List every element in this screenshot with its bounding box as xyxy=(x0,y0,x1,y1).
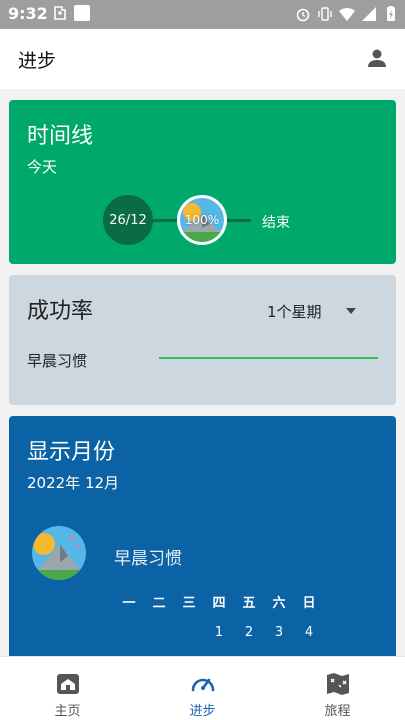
status-bar: 9:32 xyxy=(0,0,405,29)
timeline-card[interactable]: 时间线 今天 26/12 100% 结束 xyxy=(9,100,396,264)
nav-label-progress: 进步 xyxy=(189,704,216,719)
weekday-label: 二 xyxy=(152,596,166,611)
calendar-week-row: 1 2 3 4 xyxy=(114,617,324,648)
month-label: 2022年 12月 xyxy=(27,474,120,492)
timeline-progress-node: 100% xyxy=(177,195,227,245)
timeline-title: 时间线 xyxy=(27,124,94,149)
success-rate-title: 成功率 xyxy=(27,299,94,324)
habit-avatar xyxy=(32,526,86,580)
calendar-day[interactable]: 1 xyxy=(204,625,234,640)
nav-item-journey[interactable]: 旅程 xyxy=(270,657,405,720)
status-time: 9:32 xyxy=(8,4,48,23)
success-rate-card: 成功率 1个星期 早晨习惯 xyxy=(9,275,396,405)
calendar-weekday-row: 一 二 三 四 五 六 日 xyxy=(114,586,324,617)
vibrate-icon xyxy=(317,6,333,22)
weekday-label: 六 xyxy=(272,596,286,611)
home-icon xyxy=(55,671,81,697)
weekday-label: 日 xyxy=(302,596,316,611)
timeline-connector xyxy=(223,219,251,222)
nav-item-progress[interactable]: 进步 xyxy=(135,657,270,720)
timeline-progress-label: 100% xyxy=(184,213,220,227)
period-select[interactable]: 1个星期 xyxy=(267,301,322,322)
habit-label: 早晨习惯 xyxy=(27,352,88,370)
timeline-end-label: 结束 xyxy=(262,215,290,231)
nav-item-home[interactable]: 主页 xyxy=(0,657,135,720)
calendar-day[interactable]: 4 xyxy=(294,625,324,640)
nav-label-home: 主页 xyxy=(54,704,81,719)
calendar-habit-label: 早晨习惯 xyxy=(114,549,182,569)
weekday-label: 四 xyxy=(212,596,226,611)
battery-icon xyxy=(383,6,399,22)
chevron-down-icon[interactable] xyxy=(346,308,356,314)
alarm-icon xyxy=(295,6,311,22)
timeline-start-node: 26/12 xyxy=(103,195,153,245)
calendar-grid: 一 二 三 四 五 六 日 1 2 3 4 5 6 7 8 9 10 11 xyxy=(114,586,324,666)
signal-icon xyxy=(361,6,377,22)
weekday-label: 三 xyxy=(182,596,196,611)
notification-square-icon xyxy=(74,5,90,21)
page-title: 进步 xyxy=(18,50,57,72)
speedometer-icon xyxy=(190,671,216,697)
app-bar: 进步 xyxy=(0,29,405,89)
battery-saver-icon xyxy=(52,5,68,21)
mountain-sun-icon xyxy=(32,533,86,580)
weekday-label: 五 xyxy=(242,596,256,611)
nav-label-journey: 旅程 xyxy=(324,704,351,719)
map-icon xyxy=(325,671,351,697)
month-card: 显示月份 2022年 12月 早晨习惯 一 二 三 四 五 六 日 1 2 3 xyxy=(9,416,396,666)
weekday-label: 一 xyxy=(122,596,136,611)
month-card-title: 显示月份 xyxy=(27,440,116,465)
calendar-day[interactable]: 3 xyxy=(264,625,294,640)
calendar-day[interactable]: 2 xyxy=(234,625,264,640)
timeline-start-date: 26/12 xyxy=(109,212,147,228)
timeline-subtitle: 今天 xyxy=(27,158,58,176)
bottom-navigation: 主页 进步 旅程 xyxy=(0,656,405,720)
person-icon[interactable] xyxy=(365,46,389,70)
wifi-icon xyxy=(339,6,355,22)
success-rate-bar xyxy=(159,357,378,359)
